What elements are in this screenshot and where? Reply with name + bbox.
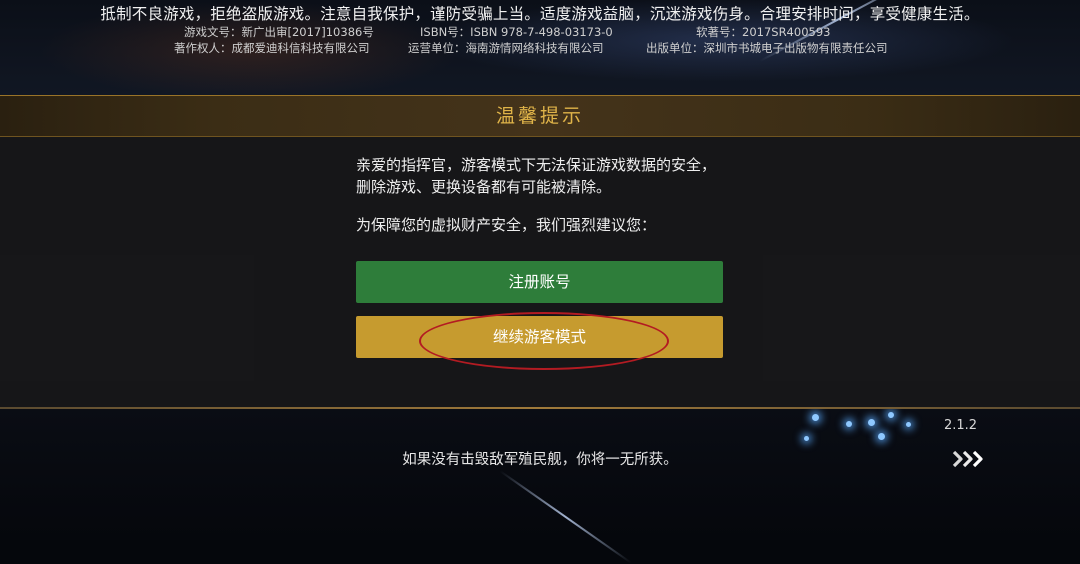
dialog-advice: 为保障您的虚拟财产安全，我们强烈建议您： — [356, 216, 657, 234]
approval-number: 游戏文号：新广出审[2017]10386号 — [184, 25, 374, 39]
operator: 运营单位：海南游情网络科技有限公司 — [408, 41, 604, 55]
health-advice-text: 抵制不良游戏，拒绝盗版游戏。注意自我保护，谨防受骗上当。适度游戏益脑，沉迷游戏伤… — [100, 5, 980, 23]
isbn-number: ISBN号：ISBN 978-7-498-03173-0 — [420, 25, 613, 39]
register-account-button[interactable]: 注册账号 — [356, 261, 723, 303]
ship-light-icon — [804, 436, 809, 441]
space-background-bottom — [0, 408, 1080, 540]
ship-light-icon — [868, 419, 875, 426]
ship-light-icon — [846, 421, 852, 427]
software-copyright-number: 软著号：2017SR400593 — [696, 25, 831, 39]
guest-warning-dialog — [0, 95, 1080, 408]
copyright-holder: 著作权人：成都爱迪科信科技有限公司 — [174, 41, 370, 55]
version-label: 2.1.2 — [944, 418, 978, 433]
triple-chevron-right-icon — [952, 450, 983, 468]
ship-light-icon — [888, 412, 894, 418]
dialog-title: 温馨提示 — [0, 95, 1080, 137]
dialog-bottom-border — [0, 407, 1080, 409]
dialog-message: 亲爱的指挥官，游客模式下无法保证游戏数据的安全，删除游戏、更换设备都有可能被清除… — [356, 156, 717, 196]
continue-guest-mode-button[interactable]: 继续游客模式 — [356, 316, 723, 358]
loading-tip: 如果没有击毁敌军殖民舰，你将一无所获。 — [402, 452, 678, 468]
ship-light-icon — [812, 414, 819, 421]
license-info-line-2: 著作权人：成都爱迪科信科技有限公司 运营单位：海南游情网络科技有限公司 出版单位… — [0, 40, 1080, 56]
triple-chevron-right-icon[interactable] — [952, 449, 988, 469]
license-info-line-1: 游戏文号：新广出审[2017]10386号 ISBN号：ISBN 978-7-4… — [0, 24, 1080, 40]
ship-light-icon — [878, 433, 885, 440]
ship-light-icon — [906, 422, 911, 427]
publisher: 出版单位：深圳市书城电子出版物有限责任公司 — [646, 41, 888, 55]
